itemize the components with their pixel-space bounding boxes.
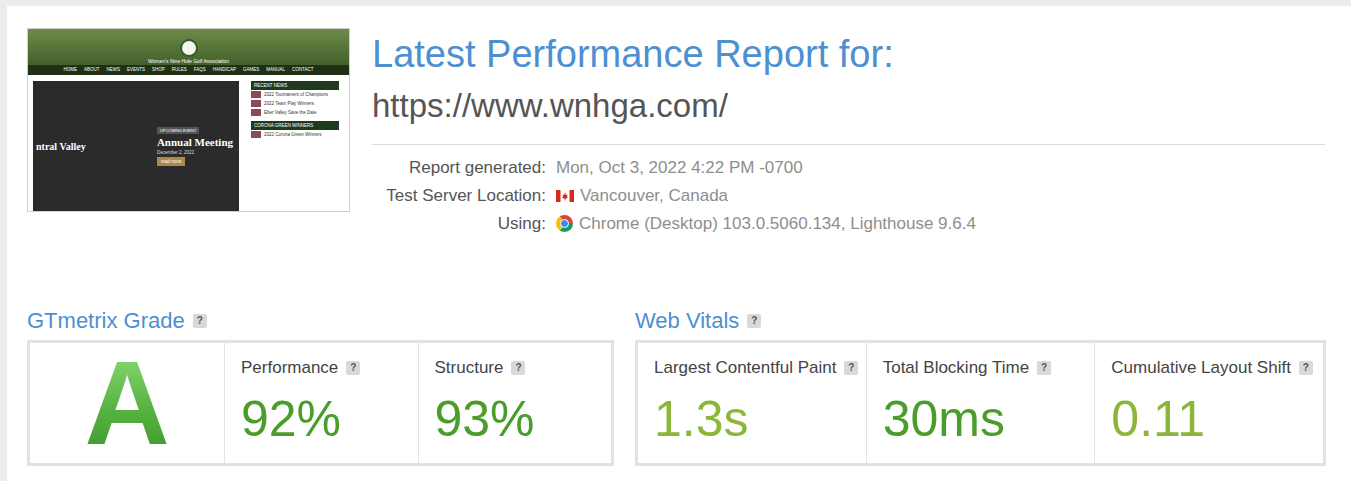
site-nav-item: ABOUT — [84, 67, 100, 73]
chrome-icon — [556, 215, 573, 232]
help-badge[interactable]: ? — [747, 314, 761, 328]
metric-value: 0.11 — [1111, 390, 1309, 448]
site-name: Women's Nine Hole Golf Association — [148, 58, 229, 65]
sidebar-item: 2022 Team Play Winners — [251, 99, 339, 108]
report-details: Report generated: Mon, Oct 3, 2022 4:22 P… — [372, 157, 1325, 234]
help-badge[interactable]: ? — [1299, 361, 1313, 375]
grade-cell: A — [30, 343, 224, 463]
news-thumb — [251, 131, 261, 138]
sidebar-item: 2022 Corona Green Winners — [251, 130, 339, 139]
site-hero: ntral Valley UPCOMING EVENT Annual Meeting… — [33, 81, 239, 211]
report-header: Women's Nine Hole Golf Association HOME AB… — [27, 28, 1325, 234]
site-nav-item: SHOP — [152, 67, 165, 73]
sidebar-item: 2022 Tournament of Champions — [251, 90, 339, 99]
detail-label: Using: — [372, 213, 546, 234]
report-card: Women's Nine Hole Golf Association HOME AB… — [7, 6, 1351, 481]
help-badge[interactable]: ? — [844, 361, 858, 375]
event-badge: UPCOMING EVENT — [157, 127, 199, 134]
metric-value: 1.3s — [654, 390, 852, 448]
detail-value: Mon, Oct 3, 2022 4:22 PM -0700 — [556, 157, 1325, 178]
metric-cell: Structure? 93% — [418, 343, 612, 463]
news-thumb — [251, 100, 261, 107]
event-button: read more — [157, 157, 186, 166]
sidebar-section: RECENT NEWS2022 Tournament of Champions2… — [251, 81, 339, 117]
metric-label: Cumulative Layout Shift? — [1111, 357, 1309, 378]
help-badge[interactable]: ? — [1037, 361, 1051, 375]
canada-flag-icon — [556, 190, 574, 202]
metric-value: 93% — [435, 390, 598, 448]
site-nav-item: MANUAL — [266, 67, 285, 73]
panel-title: GTmetrix Grade? — [27, 308, 614, 334]
site-nav: HOME ABOUT NEWS EVENTS SHOP RULES FAQS HANDICAP… — [28, 65, 349, 75]
metric-cell: Performance? 92% — [224, 343, 418, 463]
detail-label: Report generated: — [372, 157, 546, 178]
thumbnail-header: Women's Nine Hole Golf Association HOME AB… — [28, 29, 349, 75]
site-nav-item: EVENTS — [127, 67, 145, 73]
scores-row: GTmetrix Grade?APerformance?92%Structure… — [27, 308, 1325, 466]
report-title: Latest Performance Report for: — [372, 30, 1325, 78]
panel-title: Web Vitals? — [635, 308, 1326, 334]
detail-value: Chrome (Desktop) 103.0.5060.134, Lightho… — [556, 213, 1325, 234]
site-nav-item: GAMES — [243, 67, 259, 73]
vitals-box: Largest Contentful Paint?1.3sTotal Block… — [635, 340, 1326, 466]
divider — [372, 144, 1325, 145]
metric-cell: Largest Contentful Paint? 1.3s — [638, 343, 866, 463]
news-thumb — [251, 109, 261, 116]
site-logo-icon — [180, 39, 198, 57]
site-nav-item: HANDICAP — [213, 67, 236, 73]
metric-cell: Total Blocking Time? 30ms — [866, 343, 1095, 463]
site-nav-item: HOME — [63, 67, 77, 73]
hero-text: ntral Valley — [36, 141, 86, 152]
help-badge[interactable]: ? — [511, 361, 525, 375]
help-badge[interactable]: ? — [193, 314, 207, 328]
metric-cell: Cumulative Layout Shift? 0.11 — [1094, 343, 1323, 463]
thumbnail-body: ntral Valley UPCOMING EVENT Annual Meeting… — [28, 75, 349, 211]
site-nav-item: RULES — [172, 67, 187, 73]
metric-value: 30ms — [883, 390, 1081, 448]
metric-label: Total Blocking Time? — [883, 357, 1081, 378]
metric-label: Structure? — [435, 357, 598, 378]
sidebar-section: CORONA GREEN WINNERS2022 Corona Green Wi… — [251, 121, 339, 139]
help-badge[interactable]: ? — [346, 361, 360, 375]
detail-label: Test Server Location: — [372, 185, 546, 206]
metric-label: Performance? — [241, 357, 404, 378]
metric-value: 92% — [241, 390, 404, 448]
sidebar-heading: RECENT NEWS — [251, 81, 339, 90]
site-nav-item: FAQS — [194, 67, 206, 73]
site-sidebar: RECENT NEWS2022 Tournament of Champions2… — [251, 81, 339, 211]
web-vitals-panel: Web Vitals? Largest Contentful Paint? 1.3s… — [635, 308, 1326, 466]
event-date: December 2, 2022 — [157, 150, 194, 155]
report-info: Latest Performance Report for: https://ww… — [372, 28, 1325, 234]
event-title: Annual Meeting — [157, 136, 233, 148]
event-box: UPCOMING EVENT Annual Meeting December 2, … — [157, 127, 233, 166]
news-thumb — [251, 91, 261, 98]
grade-box: A Performance? 92% Structure? 93% — [27, 340, 614, 466]
grade-letter: A — [84, 344, 169, 462]
sidebar-heading: CORONA GREEN WINNERS — [251, 121, 339, 130]
report-url[interactable]: https://www.wnhga.com/ — [372, 84, 1325, 128]
metric-label: Largest Contentful Paint? — [654, 357, 852, 378]
sidebar-item: Eber Valley Save the Date — [251, 108, 339, 117]
detail-value: Vancouver, Canada — [556, 185, 1325, 206]
site-nav-item: CONTACT — [292, 67, 313, 73]
page: Women's Nine Hole Golf Association HOME AB… — [0, 0, 1351, 481]
site-thumbnail[interactable]: Women's Nine Hole Golf Association HOME AB… — [27, 28, 350, 212]
grade-panel: GTmetrix Grade?APerformance?92%Structure… — [27, 308, 614, 466]
site-nav-item: NEWS — [106, 67, 120, 73]
